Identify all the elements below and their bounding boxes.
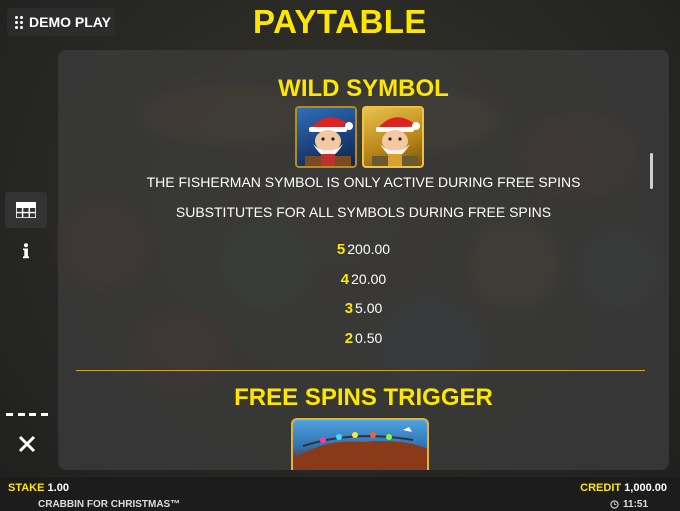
stake-value: 1.00 — [47, 482, 69, 494]
clock: 11:51 — [610, 499, 648, 510]
menu-divider — [6, 413, 48, 416]
wild-description-2: SUBSTITUTES FOR ALL SYMBOLS DURING FREE … — [175, 204, 552, 220]
close-button[interactable] — [12, 429, 42, 459]
clock-time: 11:51 — [623, 499, 649, 510]
wild-description-1: THE FISHERMAN SYMBOL IS ONLY ACTIVE DURI… — [146, 174, 581, 190]
menu-item-info[interactable] — [5, 233, 47, 269]
payout-value: 0.50 — [355, 330, 383, 346]
boat-scatter-symbol-image — [291, 418, 429, 470]
paytable-panel[interactable]: WILD SYMBOL THE FISHERMAN SYMBOL IS ONLY… — [58, 50, 669, 470]
info-icon — [23, 243, 29, 259]
credit-display: CREDIT 1,000.00 — [580, 482, 667, 494]
paytable-grid-icon — [16, 202, 36, 218]
fisherman-symbol-gold-image — [362, 106, 424, 168]
free-spins-title: FREE SPINS TRIGGER — [234, 384, 493, 411]
payout-count: 3 — [344, 300, 354, 317]
stake-label: STAKE — [8, 482, 45, 494]
game-screen: DEMO PLAY PAYTABLE WILD SYMBOL THE FISHE… — [0, 0, 680, 511]
payout-row: 4 20.00 — [58, 271, 669, 288]
payout-value: 5.00 — [355, 300, 383, 316]
game-name: CRABBIN FOR CHRISTMAS™ — [38, 499, 181, 510]
credit-value: 1,000.00 — [624, 482, 667, 494]
stake-display[interactable]: STAKE 1.00 — [8, 482, 69, 494]
section-divider — [76, 370, 645, 371]
payout-count: 5 — [336, 241, 346, 258]
payout-value: 200.00 — [347, 241, 391, 257]
payout-row: 3 5.00 — [58, 300, 669, 317]
status-bar: STAKE 1.00 CREDIT 1,000.00 CRABBIN FOR C… — [0, 477, 680, 511]
payout-value: 20.00 — [351, 271, 387, 287]
close-icon — [18, 435, 36, 453]
credit-label: CREDIT — [580, 482, 622, 494]
page-title: PAYTABLE — [253, 3, 427, 40]
payout-count: 2 — [344, 330, 354, 347]
menu-item-paytable[interactable] — [5, 192, 47, 228]
wild-symbol-title: WILD SYMBOL — [278, 75, 449, 102]
fisherman-symbol-image — [295, 106, 357, 168]
payout-row: 5 200.00 — [58, 241, 669, 258]
payout-row: 2 0.50 — [58, 330, 669, 347]
payout-count: 4 — [340, 271, 350, 288]
clock-icon — [610, 500, 619, 509]
side-menu — [0, 40, 52, 470]
